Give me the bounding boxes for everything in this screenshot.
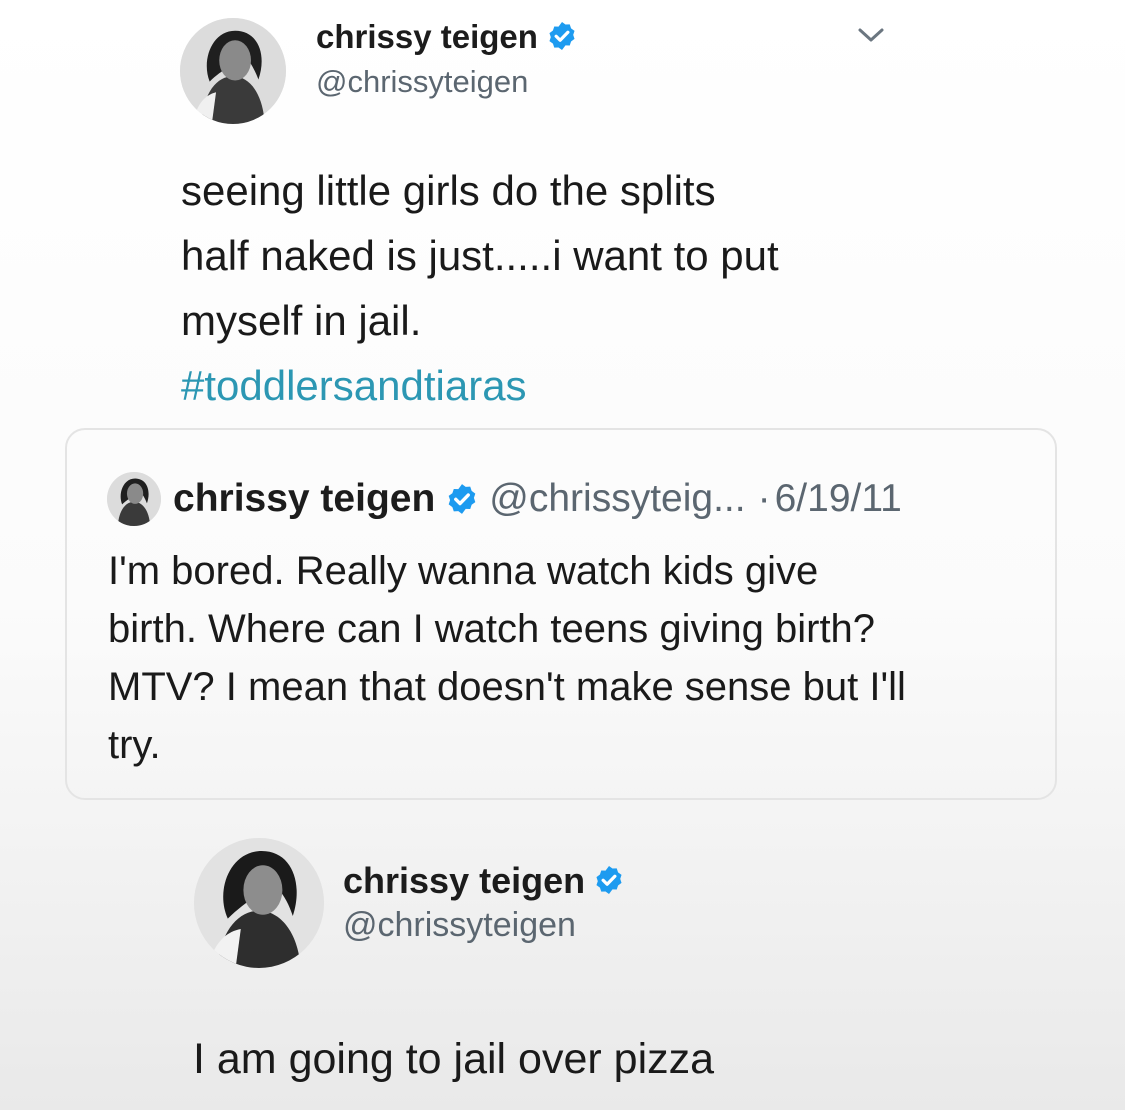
tweet-text: seeing little girls do the splits half n… — [181, 167, 779, 344]
verified-badge-icon — [546, 20, 578, 52]
profile-photo — [194, 838, 324, 968]
quoted-avatar — [107, 472, 161, 526]
verified-badge-icon — [445, 482, 479, 516]
quoted-tweet-text: I'm bored. Really wanna watch kids give … — [108, 549, 906, 767]
quoted-tweet-card[interactable]: chrissy teigen @chrissyteig... · 6/19/11… — [65, 428, 1057, 800]
hashtag-link[interactable]: #toddlersandtiaras — [181, 353, 527, 418]
profile-photo — [107, 472, 161, 526]
avatar[interactable] — [194, 838, 324, 968]
display-name-text[interactable]: chrissy teigen — [343, 860, 585, 901]
profile-photo — [180, 18, 286, 124]
display-name[interactable]: chrissy teigen — [343, 860, 625, 902]
quoted-user-handle: @chrissyteig... — [489, 477, 746, 520]
avatar[interactable] — [180, 18, 286, 124]
verified-badge-icon — [593, 864, 625, 896]
quoted-tweet-date: 6/19/11 — [774, 477, 902, 520]
user-handle[interactable]: @chrissyteigen — [316, 64, 528, 100]
chevron-down-icon[interactable] — [854, 22, 888, 48]
tweet-text: I am going to jail over pizza — [193, 1035, 715, 1083]
user-handle[interactable]: @chrissyteigen — [343, 906, 576, 945]
quoted-tweet-header: chrissy teigen @chrissyteig... · 6/19/11 — [107, 472, 902, 526]
display-name[interactable]: chrissy teigen — [316, 18, 578, 56]
quoted-display-name: chrissy teigen — [173, 477, 436, 520]
separator-dot: · — [757, 477, 771, 520]
display-name-text[interactable]: chrissy teigen — [316, 18, 538, 55]
